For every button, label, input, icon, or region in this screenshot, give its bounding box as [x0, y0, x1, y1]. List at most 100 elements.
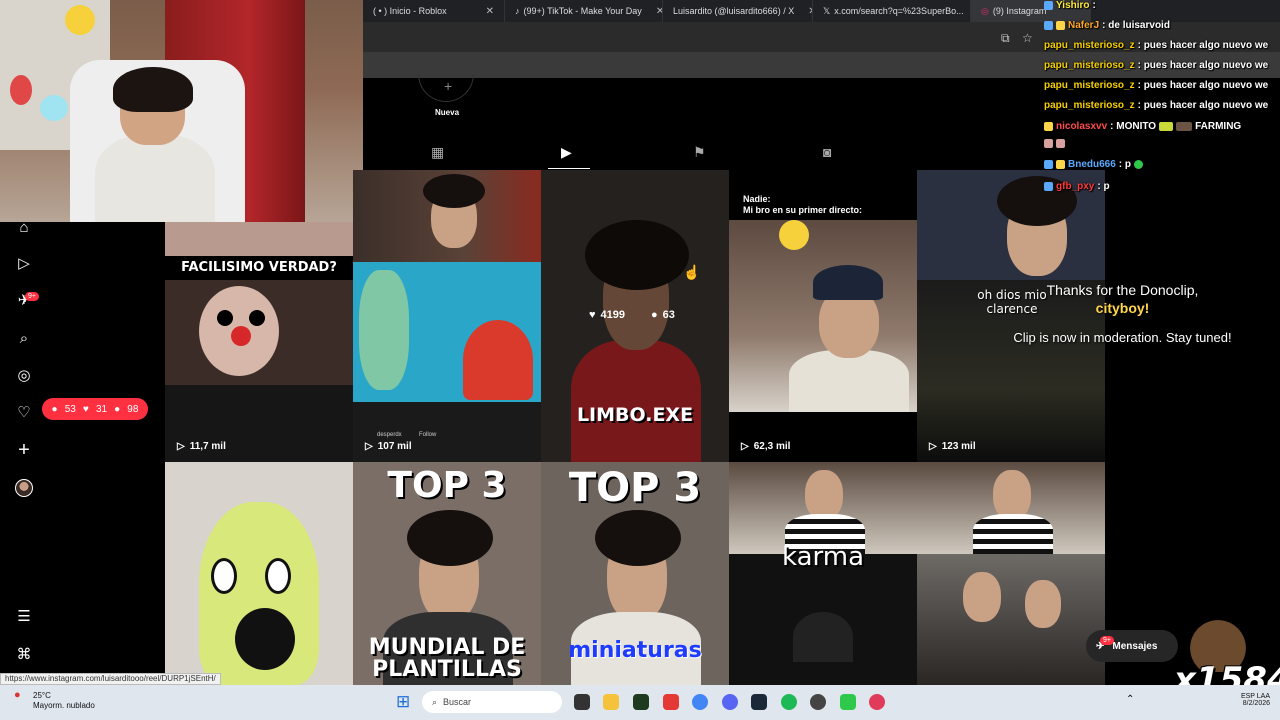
tab-label: ( • ) Inicio - Roblox [373, 6, 447, 16]
spotify-icon[interactable] [781, 694, 797, 710]
chrome-icon[interactable] [692, 694, 708, 710]
create-icon[interactable]: + [15, 439, 33, 461]
chat-message: papu_misterioso_z: pues hacer algo nuevo… [1044, 100, 1268, 111]
follow-label: Follow [419, 432, 437, 438]
reel-tile-hovered[interactable]: ♥ 4199 ● 63 LIMBO.EXE ☝ [541, 170, 729, 462]
weather-widget[interactable]: 25°C Mayorm. nublado [33, 691, 95, 712]
tab-saved[interactable]: ⚑ [693, 144, 706, 161]
file-explorer-icon[interactable] [603, 694, 619, 710]
emote-icon [1134, 160, 1144, 169]
donoclip-line1: Thanks for the Donoclip, [1046, 282, 1199, 298]
chat-user: nicolasxvv [1056, 121, 1108, 132]
tab-x-profile[interactable]: Luisardito (@luisardito666) / X✕ [663, 0, 813, 22]
tab-tiktok[interactable]: ♪(99+) TikTok - Make Your Day ✕ [505, 0, 663, 22]
chat-text: : pues hacer algo nuevo we [1137, 40, 1269, 51]
tab-x-search[interactable]: 𝕏x.com/search?q=%23SuperBo...✕ [813, 0, 971, 22]
language-indicator[interactable]: ESP LAA [1170, 693, 1270, 700]
user-icon: ● [114, 403, 121, 415]
tab-tagged[interactable]: ◙ [823, 144, 831, 160]
plus-icon: + [444, 78, 453, 94]
search-placeholder: Buscar [443, 697, 472, 707]
striped-shirt [973, 514, 1053, 554]
reel-tile[interactable]: FACILISIMO VERDAD? ▷ 11,7 mil [165, 222, 353, 462]
emote-icon [1176, 122, 1193, 131]
view-count: ▷ 107 mil [365, 441, 412, 452]
comment-icon: ● [51, 403, 58, 415]
status-url: https://www.instagram.com/luisarditooo/r… [0, 673, 221, 685]
badge-icon [1044, 122, 1053, 131]
obs-icon[interactable] [810, 694, 826, 710]
chat-message: papu_misterioso_z: pues hacer algo nuevo… [1044, 60, 1268, 71]
caption-sub: Mi bro en su primer directo: [743, 205, 863, 215]
chat-message: papu_misterioso_z: pues hacer algo nuevo… [1044, 80, 1268, 91]
eye [217, 310, 233, 326]
reel-tile[interactable] [165, 462, 353, 685]
heart-icon: ♥ [589, 309, 596, 321]
steam-icon[interactable] [751, 694, 767, 710]
menu-icon[interactable]: ☰ [15, 607, 33, 625]
app-icon[interactable] [663, 694, 679, 710]
close-icon[interactable]: ✕ [646, 6, 662, 17]
taskbar-search[interactable]: ⌕ Buscar [422, 691, 562, 713]
bottom-area [729, 412, 917, 462]
install-app-icon[interactable]: ⧉ [1001, 31, 1010, 46]
tab-reels[interactable]: ▶ [561, 144, 572, 161]
app-icon[interactable] [633, 694, 649, 710]
chat-text: : pues hacer algo nuevo we [1137, 80, 1269, 91]
view-count: ▷ 123 mil [929, 441, 976, 452]
reel-tile[interactable] [917, 462, 1105, 685]
tab-label: x.com/search?q=%23SuperBo... [834, 6, 964, 16]
hair [595, 510, 681, 566]
tab-label: (9) Instagram [992, 6, 1047, 16]
face [993, 470, 1031, 520]
view-count: ▷ 62,3 mil [741, 441, 790, 452]
reel-tile[interactable]: desperdx Follow ▷ 107 mil [353, 170, 541, 462]
play-icon: ▷ [177, 441, 185, 452]
messages-label: Mensajes [1112, 640, 1158, 652]
task-view-icon[interactable] [574, 694, 590, 710]
tab-roblox[interactable]: ( • ) Inicio - Roblox ✕ [363, 0, 505, 22]
weather-desc: Mayorm. nublado [33, 701, 95, 711]
reel-tile[interactable]: karma [729, 462, 917, 685]
shirt [95, 135, 215, 222]
reel-tile[interactable]: Nadie: Mi bro en su primer directo: ▷ 62,… [729, 170, 917, 462]
photo [917, 554, 1105, 685]
comment-count: 53 [64, 403, 76, 415]
reel-caption-top: TOP 3 [387, 465, 507, 506]
opera-icon[interactable] [869, 694, 885, 710]
tab-posts[interactable]: ▦ [431, 144, 444, 161]
pikachu-figure [65, 5, 95, 35]
heart-icon[interactable]: ♡ [15, 403, 33, 421]
badge-icon [1044, 21, 1053, 30]
stream-chat: Yishiro: NaferJ: de luisarvoid papu_mist… [1040, 0, 1280, 200]
close-icon[interactable]: ✕ [476, 6, 494, 17]
likes-label: 4199 [600, 309, 626, 321]
app-icon[interactable] [840, 694, 856, 710]
apps-icon[interactable]: ⌘ [15, 645, 33, 663]
home-icon[interactable]: ⌂ [15, 218, 33, 236]
chevron-up-icon[interactable]: ⌃ [1126, 694, 1134, 705]
reel-tile[interactable]: TOP 3 miniaturas [541, 462, 729, 685]
hair [407, 510, 493, 566]
search-icon: ⌕ [432, 696, 438, 707]
activity-popup[interactable]: ● 53 ♥ 31 ● 98 [42, 398, 148, 420]
reels-icon[interactable]: ▷ [15, 254, 33, 272]
bookmark-star-icon[interactable]: ☆ [1022, 31, 1033, 45]
avatar[interactable] [15, 479, 33, 497]
shirt [789, 350, 909, 412]
messages-button[interactable]: ✈ Mensajes [1086, 630, 1178, 662]
chat-user: gfb_pxy [1056, 181, 1095, 192]
reel-caption: miniaturas [568, 638, 702, 663]
clock-date[interactable]: 8/2/2026 [1170, 700, 1270, 707]
toy-figure [40, 95, 68, 121]
pikachu-figure [779, 220, 809, 250]
explore-icon[interactable]: ◎ [15, 366, 33, 384]
windows-start-icon[interactable]: ⊞ [396, 692, 410, 712]
comment-icon: ● [651, 309, 658, 321]
close-icon[interactable]: ✕ [798, 6, 812, 17]
search-icon[interactable]: ⌕ [15, 329, 33, 347]
heart-icon: ♥ [82, 403, 89, 415]
discord-icon[interactable] [722, 694, 738, 710]
reel-tile[interactable]: TOP 3 MUNDIAL DE PLANTILLAS [353, 462, 541, 685]
instagram-sidebar: ⌂ ▷ ✈ 9+ ⌕ ◎ ♡ ● 53 ♥ 31 ● 98 + ☰ ⌘ [0, 219, 165, 685]
